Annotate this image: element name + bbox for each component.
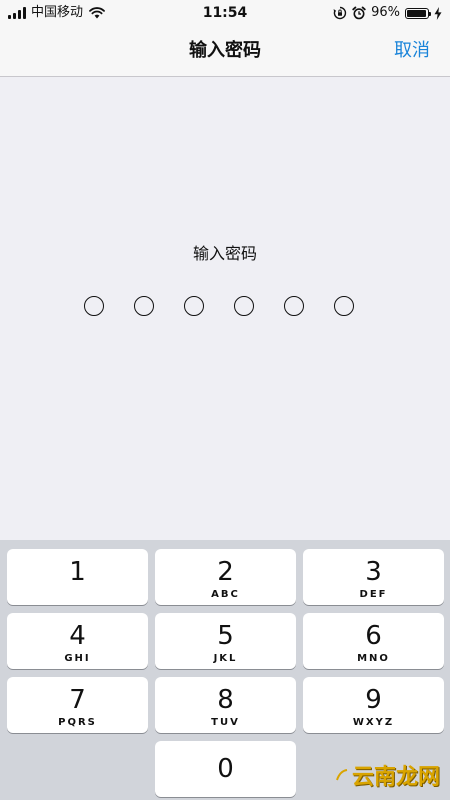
key-letters: WXYZ: [352, 717, 395, 728]
status-bar: 中国移动 11:54 96%: [0, 0, 450, 26]
passcode-dots: [84, 296, 354, 316]
key-0[interactable]: 0: [155, 741, 296, 797]
key-6[interactable]: 6 MNO: [303, 613, 444, 669]
key-letters: ABC: [211, 589, 240, 600]
passcode-dot: [334, 296, 354, 316]
watermark-text: 云南龙网: [351, 765, 440, 790]
battery-fill: [407, 9, 427, 17]
key-9[interactable]: 9 WXYZ: [303, 677, 444, 733]
passcode-dot: [184, 296, 204, 316]
alarm-icon: [352, 6, 366, 20]
key-digit: 7: [69, 685, 86, 715]
status-right: 96%: [333, 4, 442, 22]
passcode-dot: [84, 296, 104, 316]
passcode-dot: [234, 296, 254, 316]
battery-percent: 96%: [371, 5, 400, 20]
cancel-button[interactable]: 取消: [394, 26, 430, 76]
key-letters: PQRS: [58, 717, 97, 728]
key-digit: 1: [69, 557, 86, 587]
key-digit: 0: [217, 754, 234, 784]
key-2[interactable]: 2 ABC: [155, 549, 296, 605]
key-digit: 5: [217, 621, 234, 651]
key-letters: GHI: [64, 653, 91, 664]
key-digit: 6: [365, 621, 382, 651]
orientation-lock-icon: [333, 6, 347, 20]
battery-icon: [405, 7, 431, 19]
key-4[interactable]: 4 GHI: [7, 613, 148, 669]
key-digit: 8: [217, 685, 234, 715]
key-5[interactable]: 5 JKL: [155, 613, 296, 669]
passcode-dot: [284, 296, 304, 316]
key-1[interactable]: 1: [7, 549, 148, 605]
key-3[interactable]: 3 DEF: [303, 549, 444, 605]
key-7[interactable]: 7 PQRS: [7, 677, 148, 733]
passcode-prompt: 输入密码: [192, 244, 257, 263]
key-letters: JKL: [213, 653, 238, 664]
page-title: 输入密码: [189, 40, 261, 61]
watermark-mark-icon: [336, 769, 348, 781]
key-letters: DEF: [359, 589, 388, 600]
watermark-logo: 云南龙网: [336, 759, 440, 791]
key-digit: 2: [217, 557, 234, 587]
key-letters: MNO: [357, 653, 390, 664]
key-digit: 3: [365, 557, 382, 587]
key-digit: 9: [365, 685, 382, 715]
key-digit: 4: [69, 621, 86, 651]
charging-icon: [434, 6, 442, 20]
navigation-bar: 输入密码 取消: [0, 26, 450, 77]
key-letters: TUV: [211, 717, 240, 728]
passcode-dot: [134, 296, 154, 316]
key-8[interactable]: 8 TUV: [155, 677, 296, 733]
